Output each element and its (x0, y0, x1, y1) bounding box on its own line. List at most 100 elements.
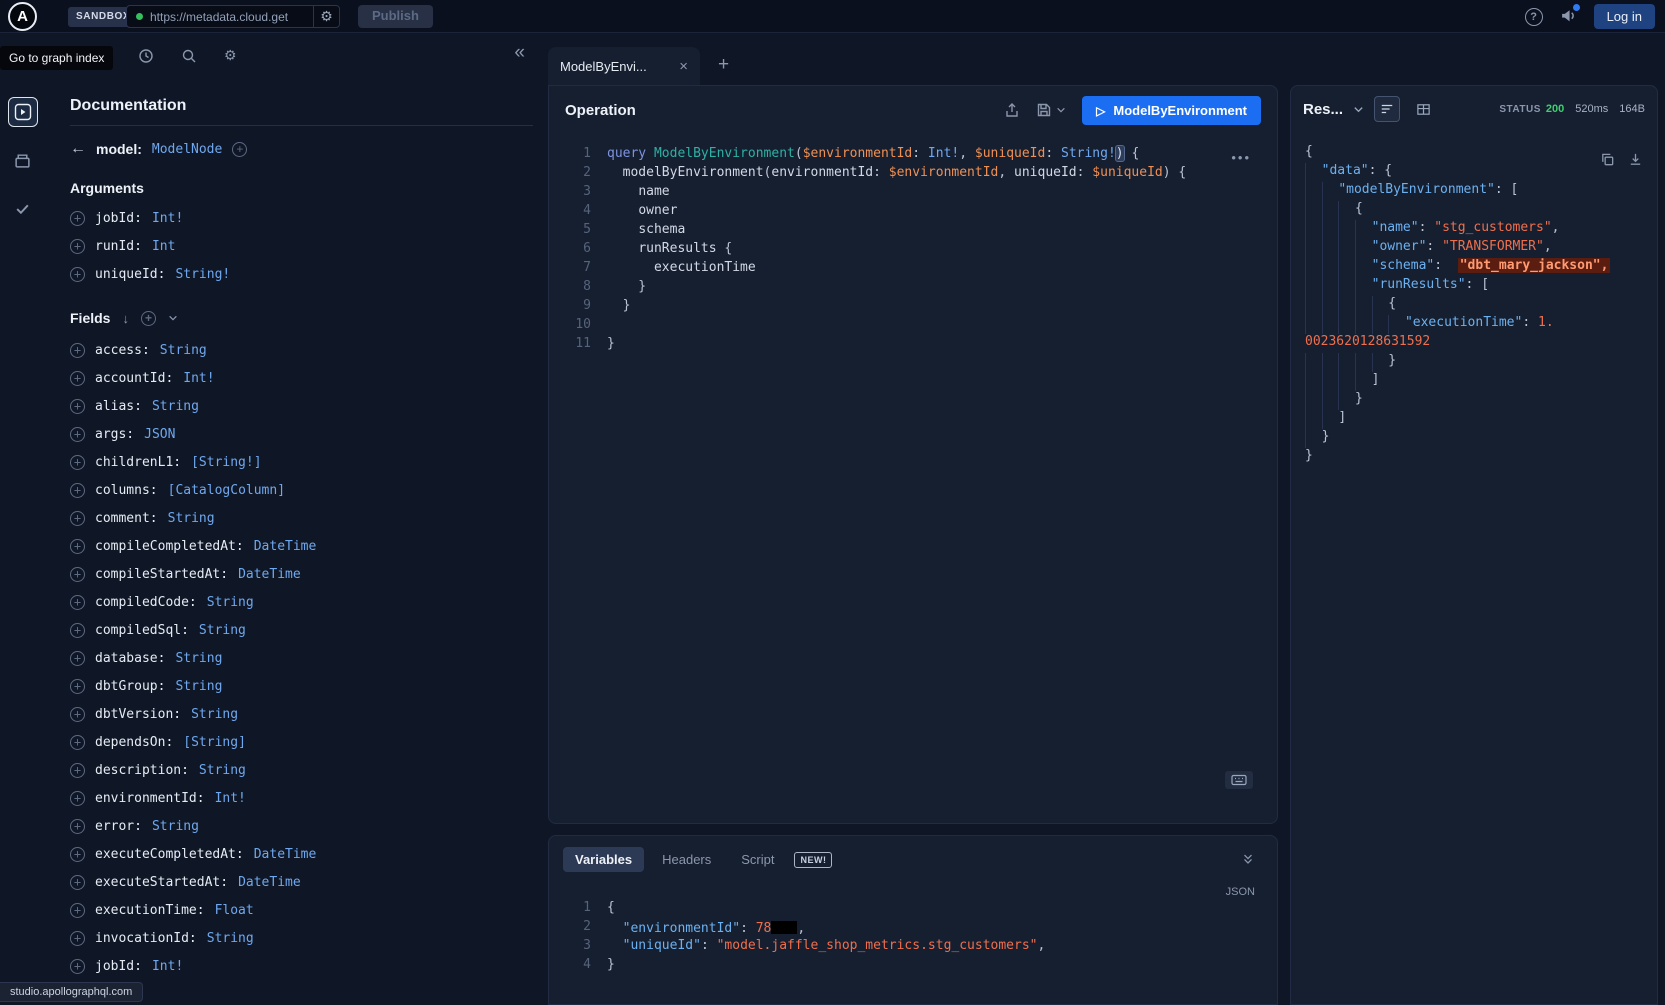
field-type-link[interactable]: Int! (215, 791, 246, 806)
add-field-to-query-icon[interactable] (70, 539, 85, 554)
field-type-link[interactable]: String (207, 595, 254, 610)
operation-editor[interactable]: 1query ModelByEnvironment($environmentId… (561, 146, 1265, 355)
add-field-to-query-icon[interactable] (70, 623, 85, 638)
doc-field-row[interactable]: executeCompletedAt:DateTime (70, 840, 533, 868)
settings-gear-icon[interactable] (224, 47, 237, 64)
add-field-to-query-icon[interactable] (70, 735, 85, 750)
add-field-to-query-icon[interactable] (70, 595, 85, 610)
save-icon[interactable] (1036, 102, 1052, 118)
doc-field-row[interactable]: compileCompletedAt:DateTime (70, 532, 533, 560)
add-field-to-query-icon[interactable] (70, 267, 85, 282)
field-type-link[interactable]: [CatalogColumn] (168, 483, 285, 498)
collapse-panel-button[interactable] (1241, 852, 1255, 866)
field-type-link[interactable]: String (168, 511, 215, 526)
copy-response-icon[interactable] (1600, 152, 1615, 167)
doc-field-row[interactable]: invocationId:String (70, 924, 533, 952)
keyboard-shortcuts-button[interactable] (1225, 771, 1253, 789)
add-all-fields-icon[interactable] (141, 311, 156, 326)
field-type-link[interactable]: String (152, 819, 199, 834)
add-field-to-query-icon[interactable] (70, 651, 85, 666)
add-field-to-query-icon[interactable] (70, 371, 85, 386)
add-field-to-query-icon[interactable] (70, 399, 85, 414)
field-type-link[interactable]: String (199, 623, 246, 638)
field-type-link[interactable]: [String] (183, 735, 246, 750)
add-field-to-query-icon[interactable] (70, 343, 85, 358)
field-type-link[interactable]: DateTime (238, 567, 301, 582)
add-field-to-query-icon[interactable] (70, 239, 85, 254)
formatted-view-button[interactable] (1374, 96, 1400, 122)
help-button[interactable] (1525, 8, 1543, 26)
field-type-link[interactable]: Int (152, 239, 175, 254)
doc-field-row[interactable]: database:String (70, 644, 533, 672)
response-view-dropdown-icon[interactable] (1353, 104, 1364, 115)
field-type-link[interactable]: String (199, 763, 246, 778)
field-type-link[interactable]: String (160, 343, 207, 358)
doc-field-row[interactable]: comment:String (70, 504, 533, 532)
field-type-link[interactable]: String (175, 679, 222, 694)
history-icon[interactable] (138, 47, 154, 64)
doc-field-row[interactable]: dbtGroup:String (70, 672, 533, 700)
doc-field-row[interactable]: compiledCode:String (70, 588, 533, 616)
new-tab-button[interactable] (718, 54, 729, 76)
field-type-link[interactable]: DateTime (254, 847, 317, 862)
tab-script[interactable]: Script (729, 847, 786, 872)
table-view-button[interactable] (1410, 96, 1436, 122)
field-type-link[interactable]: String (175, 651, 222, 666)
add-field-to-query-icon[interactable] (70, 875, 85, 890)
tab-variables[interactable]: Variables (563, 847, 644, 872)
doc-field-row[interactable]: jobId:Int! (70, 204, 533, 232)
field-type-link[interactable]: Int! (183, 371, 214, 386)
field-type-link[interactable]: JSON (144, 427, 175, 442)
add-field-to-query-icon[interactable] (70, 211, 85, 226)
doc-field-row[interactable]: args:JSON (70, 420, 533, 448)
collapse-docs-button[interactable] (514, 42, 525, 64)
announcements-button[interactable] (1560, 7, 1577, 27)
add-field-to-query-icon[interactable] (70, 903, 85, 918)
doc-field-row[interactable]: columns:[CatalogColumn] (70, 476, 533, 504)
doc-field-row[interactable]: childrenL1:[String!] (70, 448, 533, 476)
add-field-to-query-icon[interactable] (70, 483, 85, 498)
endpoint-url-input[interactable]: https://metadata.cloud.get (127, 6, 313, 27)
rail-item-collections[interactable] (8, 145, 38, 175)
field-type-link[interactable]: String (191, 707, 238, 722)
add-field-to-query-icon[interactable] (70, 763, 85, 778)
doc-field-row[interactable]: description:String (70, 756, 533, 784)
add-field-to-query-icon[interactable] (70, 707, 85, 722)
chevron-down-icon[interactable] (168, 313, 178, 323)
add-field-to-query-icon[interactable] (70, 427, 85, 442)
doc-field-row[interactable]: runId:Int (70, 232, 533, 260)
connection-settings-button[interactable] (313, 6, 339, 27)
field-type-link[interactable]: String (207, 931, 254, 946)
doc-field-row[interactable]: executeStartedAt:DateTime (70, 868, 533, 896)
add-field-to-query-icon[interactable] (70, 511, 85, 526)
doc-field-row[interactable]: compiledSql:String (70, 616, 533, 644)
editor-overflow-menu-icon[interactable] (1231, 150, 1251, 165)
doc-field-row[interactable]: jobId:Int! (70, 952, 533, 980)
close-tab-icon[interactable] (679, 58, 688, 75)
rail-item-operations[interactable] (8, 97, 38, 127)
add-field-to-query-icon[interactable] (70, 455, 85, 470)
doc-field-row[interactable]: environmentId:Int! (70, 784, 533, 812)
save-dropdown-chevron-icon[interactable] (1056, 105, 1066, 115)
field-type-link[interactable]: DateTime (254, 539, 317, 554)
doc-field-row[interactable]: dependsOn:[String] (70, 728, 533, 756)
add-field-to-query-icon[interactable] (70, 847, 85, 862)
breadcrumb-type-link[interactable]: ModelNode (152, 142, 222, 157)
sort-fields-icon[interactable] (122, 311, 129, 326)
doc-field-row[interactable]: dbtVersion:String (70, 700, 533, 728)
tab-modelbyenvironment[interactable]: ModelByEnvi... (548, 47, 700, 85)
add-field-to-query-icon[interactable] (70, 567, 85, 582)
download-response-icon[interactable] (1628, 152, 1643, 167)
rail-item-checklist[interactable] (8, 193, 38, 223)
search-icon[interactable] (181, 47, 197, 64)
add-field-to-query-icon[interactable] (70, 791, 85, 806)
back-button[interactable] (70, 140, 86, 158)
add-field-to-query-icon[interactable] (70, 679, 85, 694)
doc-field-row[interactable]: executionTime:Float (70, 896, 533, 924)
publish-button[interactable]: Publish (358, 5, 433, 28)
field-type-link[interactable]: Int! (152, 211, 183, 226)
run-operation-button[interactable]: ModelByEnvironment (1082, 96, 1261, 125)
tab-headers[interactable]: Headers (650, 847, 723, 872)
doc-field-row[interactable]: compileStartedAt:DateTime (70, 560, 533, 588)
doc-field-row[interactable]: uniqueId:String! (70, 260, 533, 288)
